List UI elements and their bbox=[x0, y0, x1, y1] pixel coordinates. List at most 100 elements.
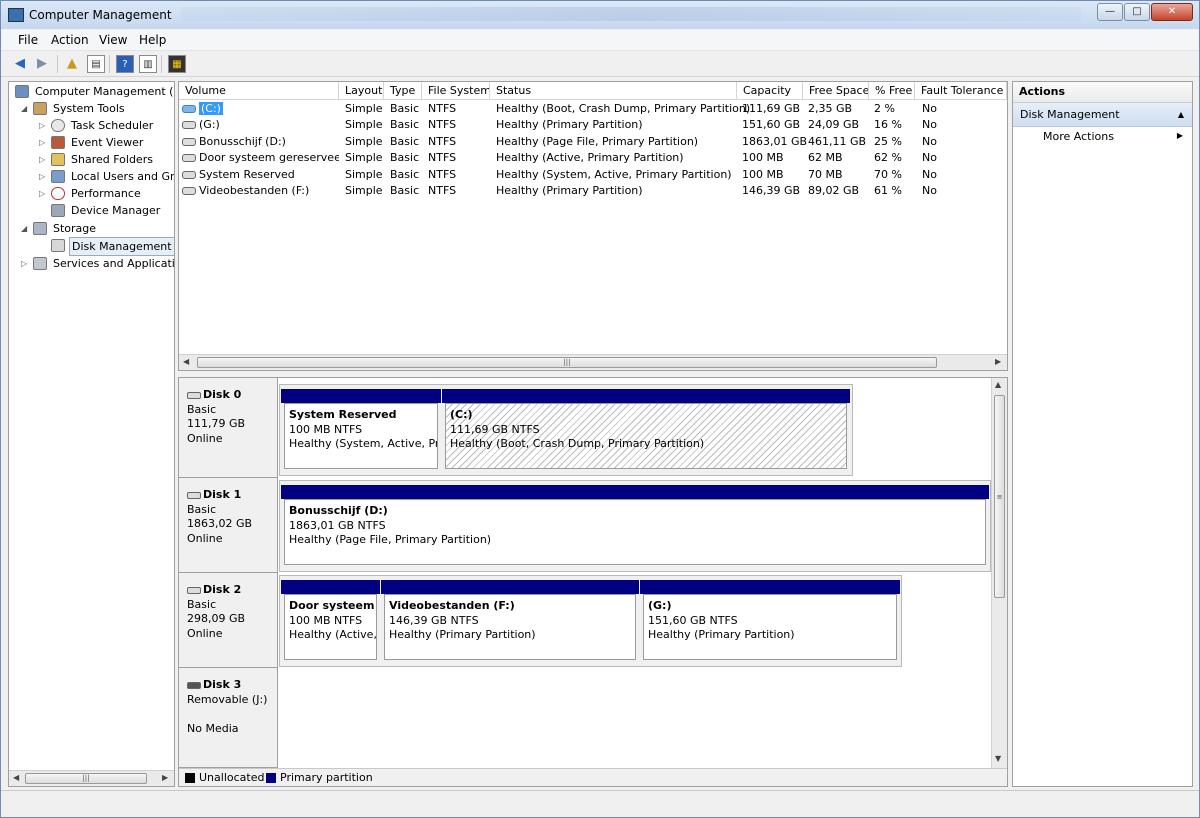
volume-list-scroll-thumb[interactable]: ||| bbox=[197, 357, 937, 368]
performance-icon bbox=[51, 187, 65, 200]
actions-section-disk-management[interactable]: Disk Management ▲ bbox=[1013, 103, 1192, 127]
legend-label-primary: Primary partition bbox=[280, 771, 373, 784]
disk-2-label[interactable]: Disk 2 Basic 298,09 GB Online bbox=[179, 573, 278, 668]
partition-system-reserved[interactable]: System Reserved 100 MB NTFS Healthy (Sys… bbox=[281, 389, 441, 473]
disk-1-partitions: Bonusschijf (D:) 1863,01 GB NTFS Healthy… bbox=[279, 480, 991, 572]
computer-management-window: Computer Management — □ ✕ File Action Vi… bbox=[0, 0, 1200, 818]
column-header-file-system[interactable]: File System bbox=[422, 82, 490, 100]
column-header-free-space[interactable]: Free Space bbox=[803, 82, 869, 100]
drive-icon bbox=[182, 154, 196, 162]
console-tree: Computer Management (Local) ◢ System Too… bbox=[8, 81, 175, 787]
drive-icon bbox=[182, 121, 196, 129]
submenu-arrow-icon: ▶ bbox=[1176, 131, 1183, 140]
column-header-capacity[interactable]: Capacity bbox=[737, 82, 803, 100]
expand-icon[interactable]: ▷ bbox=[39, 168, 45, 185]
shared-folder-icon bbox=[51, 153, 65, 166]
collapse-icon[interactable]: ◢ bbox=[21, 100, 27, 117]
window-title: Computer Management bbox=[29, 8, 172, 22]
volume-list: Volume Layout Type File System Status Ca… bbox=[178, 81, 1008, 371]
column-header-status[interactable]: Status bbox=[490, 82, 737, 100]
expand-icon[interactable]: ▷ bbox=[39, 185, 45, 202]
disk-management-icon bbox=[51, 239, 65, 252]
up-folder-icon[interactable]: ▲ bbox=[63, 55, 81, 73]
disk-2-partitions: Door systeem g 100 MB NTFS Healthy (Acti… bbox=[279, 575, 902, 667]
legend-swatch-primary bbox=[266, 773, 276, 783]
removable-disk-icon bbox=[187, 681, 201, 689]
minimize-button[interactable]: — bbox=[1097, 3, 1123, 21]
expand-icon[interactable]: ▷ bbox=[39, 151, 45, 168]
show-hide-action-pane-icon[interactable]: ▥ bbox=[139, 55, 157, 73]
table-row[interactable]: Door systeem gereserveerd Simple Basic N… bbox=[179, 150, 1007, 166]
disk-icon bbox=[187, 391, 201, 399]
menu-file[interactable]: File bbox=[18, 33, 38, 47]
disk-view-vertical-scrollbar[interactable]: ▲ ≡ ▼ bbox=[991, 378, 1007, 768]
scroll-left-icon[interactable]: ◀ bbox=[183, 357, 189, 366]
disk-icon bbox=[187, 586, 201, 594]
properties-icon[interactable]: ▦ bbox=[168, 55, 186, 73]
partition-door-systeem-gereserveerd[interactable]: Door systeem g 100 MB NTFS Healthy (Acti… bbox=[281, 580, 380, 664]
disk-graphical-view: Disk 0 Basic 111,79 GB Online System Res… bbox=[178, 377, 1008, 787]
legend: Unallocated Primary partition bbox=[179, 768, 1007, 786]
expand-icon[interactable]: ▷ bbox=[39, 134, 45, 151]
column-header-layout[interactable]: Layout bbox=[339, 82, 384, 100]
disk-view-scroll-thumb[interactable]: ≡ bbox=[994, 395, 1005, 598]
column-header-type[interactable]: Type bbox=[384, 82, 422, 100]
maximize-button[interactable]: □ bbox=[1124, 3, 1150, 21]
partition-f[interactable]: Videobestanden (F:) 146,39 GB NTFS Healt… bbox=[381, 580, 639, 664]
partition-g[interactable]: (G:) 151,60 GB NTFS Healthy (Primary Par… bbox=[640, 580, 900, 664]
menu-view[interactable]: View bbox=[99, 33, 127, 47]
disk-0-partitions: System Reserved 100 MB NTFS Healthy (Sys… bbox=[279, 384, 853, 476]
legend-label-unallocated: Unallocated bbox=[199, 771, 265, 784]
expand-icon[interactable]: ▷ bbox=[39, 117, 45, 134]
computer-icon bbox=[15, 85, 29, 98]
back-arrow-icon[interactable]: ◀ bbox=[11, 55, 29, 73]
tree-horizontal-scrollbar[interactable]: ◀ ||| ▶ bbox=[9, 770, 174, 786]
volume-list-horizontal-scrollbar[interactable]: ◀ ||| ▶ bbox=[179, 354, 1007, 370]
partition-d[interactable]: Bonusschijf (D:) 1863,01 GB NTFS Healthy… bbox=[281, 485, 989, 569]
system-tools-icon bbox=[33, 102, 47, 115]
drive-icon bbox=[182, 138, 196, 146]
table-row[interactable]: (G:) Simple Basic NTFS Healthy (Primary … bbox=[179, 117, 1007, 133]
event-viewer-icon bbox=[51, 136, 65, 149]
close-button[interactable]: ✕ bbox=[1151, 3, 1193, 21]
legend-swatch-unallocated bbox=[185, 773, 195, 783]
disk-icon bbox=[187, 491, 201, 499]
collapse-section-icon[interactable]: ▲ bbox=[1178, 103, 1184, 126]
services-icon bbox=[33, 257, 47, 270]
menu-action[interactable]: Action bbox=[51, 33, 89, 47]
disk-1-label[interactable]: Disk 1 Basic 1863,02 GB Online bbox=[179, 478, 278, 573]
scroll-up-icon[interactable]: ▲ bbox=[995, 380, 1001, 389]
computer-management-icon bbox=[8, 8, 24, 22]
show-hide-console-tree-icon[interactable]: ▤ bbox=[87, 55, 105, 73]
actions-header: Actions bbox=[1013, 82, 1192, 103]
column-header-fault-tolerance[interactable]: Fault Tolerance bbox=[915, 82, 1007, 100]
collapse-icon[interactable]: ◢ bbox=[21, 220, 27, 237]
tree-scroll-thumb[interactable]: ||| bbox=[25, 773, 147, 784]
partition-c[interactable]: (C:) 111,69 GB NTFS Healthy (Boot, Crash… bbox=[442, 389, 850, 473]
expand-icon[interactable]: ▷ bbox=[21, 255, 27, 272]
disk-0-label[interactable]: Disk 0 Basic 111,79 GB Online bbox=[179, 378, 278, 478]
scroll-left-icon[interactable]: ◀ bbox=[13, 773, 19, 782]
forward-arrow-icon[interactable]: ▶ bbox=[33, 55, 51, 73]
menu-bar: File Action View Help bbox=[1, 30, 1199, 51]
drive-icon bbox=[182, 171, 196, 179]
more-actions-item[interactable]: More Actions ▶ bbox=[1043, 130, 1183, 143]
status-bar bbox=[1, 790, 1199, 817]
table-row[interactable]: Videobestanden (F:) Simple Basic NTFS He… bbox=[179, 183, 1007, 199]
scroll-right-icon[interactable]: ▶ bbox=[995, 357, 1001, 366]
scroll-right-icon[interactable]: ▶ bbox=[162, 773, 168, 782]
table-row[interactable]: System Reserved Simple Basic NTFS Health… bbox=[179, 167, 1007, 183]
table-row[interactable]: Bonusschijf (D:) Simple Basic NTFS Healt… bbox=[179, 134, 1007, 150]
column-header-percent-free[interactable]: % Free bbox=[869, 82, 915, 100]
toolbar: ◀ ▶ ▲ ▤ ? ▥ ▦ bbox=[1, 51, 1199, 77]
title-bar[interactable]: Computer Management — □ ✕ bbox=[1, 1, 1199, 29]
table-row[interactable]: (C:) Simple Basic NTFS Healthy (Boot, Cr… bbox=[179, 101, 1007, 117]
drive-icon bbox=[182, 105, 196, 113]
help-icon[interactable]: ? bbox=[116, 55, 134, 73]
device-manager-icon bbox=[51, 204, 65, 217]
disk-3-label[interactable]: Disk 3 Removable (J:) No Media bbox=[179, 668, 278, 768]
scroll-down-icon[interactable]: ▼ bbox=[995, 754, 1001, 763]
menu-help[interactable]: Help bbox=[139, 33, 166, 47]
drive-icon bbox=[182, 187, 196, 195]
column-header-volume[interactable]: Volume bbox=[179, 82, 339, 100]
